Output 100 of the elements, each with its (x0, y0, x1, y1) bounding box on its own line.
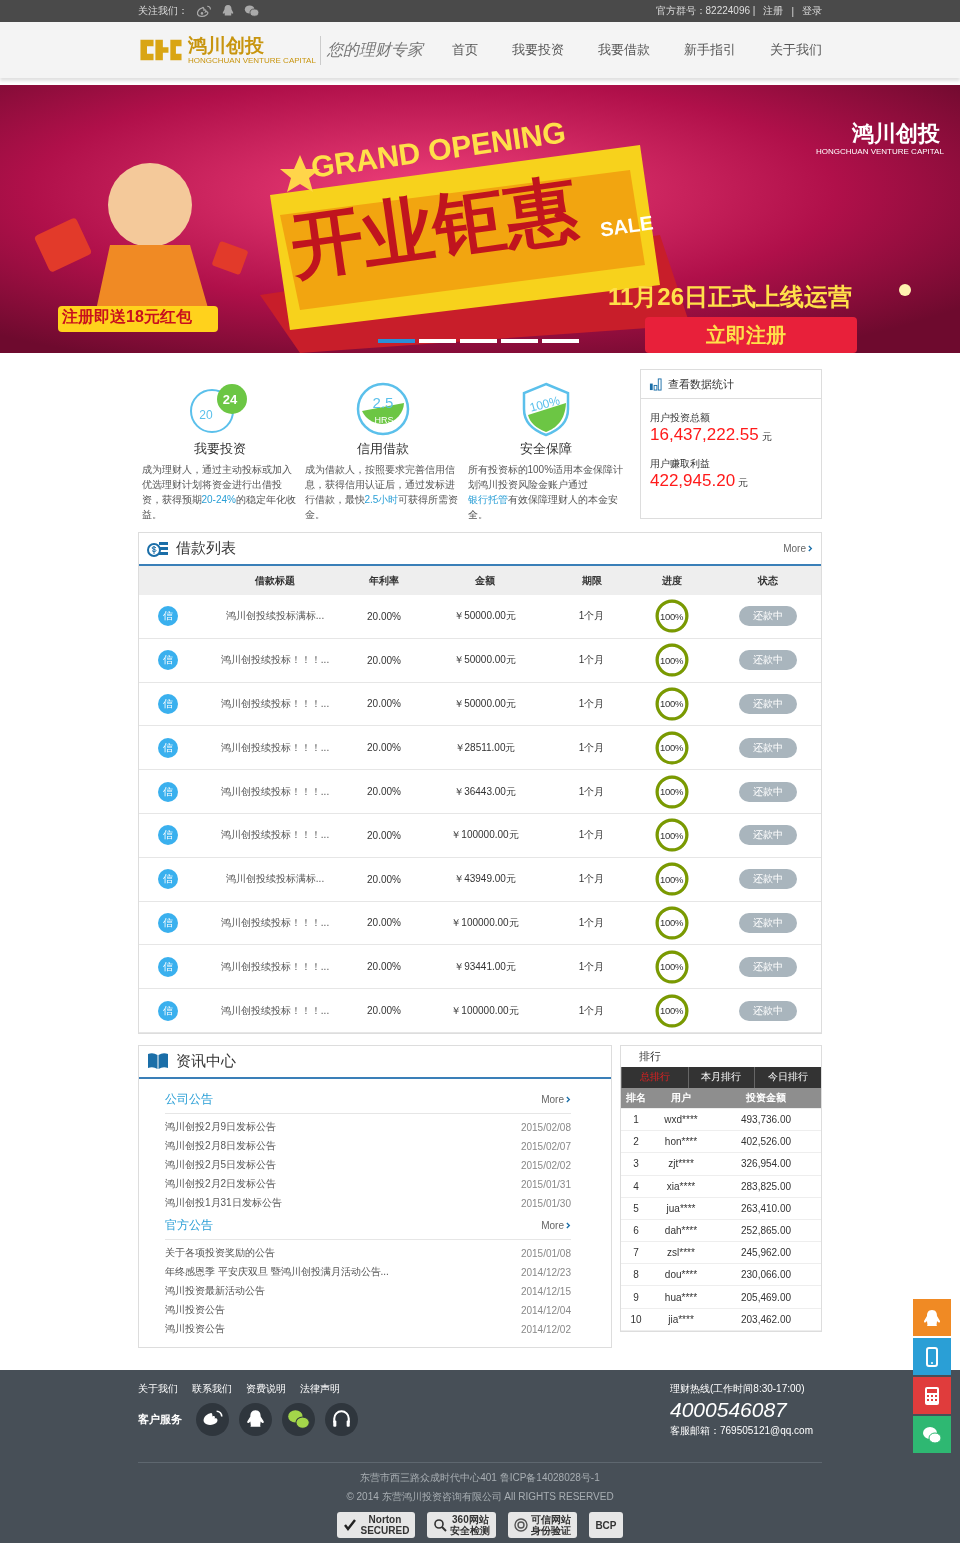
footer-link[interactable]: 关于我们 (138, 1382, 178, 1396)
loan-title[interactable]: 鸿川创投续投标！！！... (220, 653, 330, 668)
feature-description: 成为理财人，通过主动投标或加入优选理财计划将资金进行出借投资，获得预期20-24%的稳定年化收益。 (141, 463, 297, 522)
news-link[interactable]: 关于各项投资奖励的公告 (165, 1246, 275, 1261)
rate-cell: 20.00% (367, 917, 401, 929)
gift-label: 注册即送18元红包 (62, 307, 192, 327)
bar-chart-icon (649, 377, 662, 391)
rate-cell: 20.00% (367, 654, 401, 666)
ranking-tab[interactable]: 今日排行 (754, 1066, 821, 1088)
rank-cell-text: 10 (629, 1313, 643, 1325)
news-link[interactable]: 鸿川创投2月2日发标公告 (165, 1177, 277, 1192)
user-cell-text: dah**** (663, 1225, 699, 1236)
wechat-icon[interactable] (282, 1403, 315, 1436)
user-cell-text: hua**** (663, 1291, 699, 1303)
progress-ring: 100% (654, 818, 689, 853)
chevron-icon (566, 1222, 571, 1230)
section-title: 官方公告 (165, 1217, 213, 1235)
loan-title[interactable]: 鸿川创投续投标！！！... (220, 1003, 330, 1018)
side-button[interactable] (913, 1416, 951, 1453)
user-cell-text: wxd**** (663, 1114, 699, 1126)
weibo-icon[interactable] (196, 1403, 229, 1436)
more-link[interactable]: More (541, 1094, 571, 1106)
qq-icon[interactable] (239, 1403, 272, 1436)
news-link[interactable]: 鸿川创投2月8日发标公告 (165, 1139, 277, 1154)
loan-title[interactable]: 鸿川创投续投标！！！... (220, 740, 330, 755)
more-link[interactable]: More (541, 1220, 571, 1232)
term-cell: 1个月 (578, 915, 605, 930)
rate-cell: 20.00% (367, 1005, 401, 1017)
nav-link[interactable]: 我要借款 (598, 41, 650, 59)
amount-cell-text: 263,410.00 (739, 1202, 793, 1214)
user-cell-text: xia**** (665, 1180, 697, 1192)
progress-ring: 100% (654, 905, 689, 940)
loan-title[interactable]: 鸿川创投续投标！！！... (220, 697, 330, 711)
news-date: 2014/12/04 (520, 1304, 571, 1316)
rank-cell-text: 1 (632, 1114, 640, 1126)
news-link[interactable]: 年终感恩季 平安庆双旦 暨鸿川创投满月活动公告... (165, 1265, 389, 1280)
side-button[interactable] (913, 1377, 951, 1414)
news-link[interactable]: 鸿川投资公告 (165, 1303, 225, 1318)
rate-cell: 20.00% (367, 961, 401, 973)
amount-cell-text: 203,462.00 (739, 1313, 793, 1325)
rank-cell-text: 3 (632, 1158, 640, 1170)
logo-name: 鸿川创投 (188, 35, 265, 56)
loan-title[interactable]: 鸿川创投续投标！！！... (220, 959, 330, 974)
feature-description: 成为借款人，按照要求完善信用信息，获得信用认证后，通过发标进行借款，最快2.5小时可获得所需资金。 (304, 463, 460, 522)
ranking-tab[interactable]: 本月排行 (687, 1066, 755, 1088)
amount-cell-text: 326,954.00 (739, 1158, 793, 1170)
certification-badge[interactable]: Norton SECURED (337, 1512, 416, 1538)
column-header: 年利率 (368, 573, 400, 588)
certification-badge[interactable]: 可信网站 身份验证 (508, 1512, 578, 1538)
side-button[interactable] (913, 1338, 951, 1375)
nav-link[interactable]: 新手指引 (684, 41, 736, 59)
amount-cell-text: 205,469.00 (739, 1291, 793, 1303)
book-icon (147, 1052, 169, 1071)
address-text: 东营市西三路众成时代中心401 鲁ICP备14028028号-1 (359, 1471, 601, 1485)
service-email: 客服邮箱：769505121@qq.com (670, 1424, 814, 1438)
credit-badge: 信 (158, 781, 178, 802)
user-cell-text: zsl**** (666, 1247, 696, 1259)
rank-cell-text: 9 (632, 1291, 640, 1303)
amount-cell: ￥50000.00元 (454, 609, 516, 624)
panel-title: 借款列表 (176, 539, 236, 558)
footer-link[interactable]: 联系我们 (192, 1382, 232, 1396)
nav-link[interactable]: 我要投资 (512, 41, 564, 59)
certification-badge[interactable]: BCP (589, 1512, 623, 1538)
loan-title[interactable]: 鸿川创投续投标！！！... (220, 915, 330, 930)
footer-link[interactable]: 法律声明 (300, 1382, 340, 1396)
term-cell: 1个月 (578, 828, 605, 843)
credit-badge: 信 (158, 869, 178, 890)
nav-link[interactable]: 关于我们 (770, 41, 822, 59)
wechat-icon[interactable] (244, 4, 260, 18)
rank-cell-text: 7 (632, 1247, 640, 1259)
term-cell: 1个月 (578, 609, 605, 624)
amount-cell: ￥50000.00元 (454, 697, 516, 711)
loan-title[interactable]: 鸿川创投续投标满标... (225, 609, 325, 624)
headset-icon[interactable] (325, 1403, 358, 1436)
news-link[interactable]: 鸿川创投2月5日发标公告 (165, 1158, 277, 1173)
feature-title: 安全保障 (519, 440, 572, 458)
certification-badge[interactable]: 360网站 安全检测 (427, 1512, 497, 1538)
copyright-text: © 2014 东营鸿川投资咨询有限公司 All RIGHTS RESERVED (345, 1490, 615, 1504)
loan-title[interactable]: 鸿川创投续投标！！！... (220, 828, 330, 843)
nav-link[interactable]: 首页 (452, 41, 478, 59)
side-button[interactable] (913, 1299, 951, 1336)
term-cell: 1个月 (578, 1003, 605, 1018)
news-link[interactable]: 鸿川投资公告 (165, 1322, 225, 1337)
loan-title[interactable]: 鸿川创投续投标满标... (225, 872, 325, 887)
top-link[interactable]: 注册 (763, 4, 784, 18)
footer-link[interactable]: 资费说明 (246, 1382, 286, 1396)
top-link[interactable]: 登录 (802, 4, 822, 18)
progress-ring: 100% (654, 862, 689, 897)
loan-title[interactable]: 鸿川创投续投标！！！... (220, 784, 330, 799)
progress-ring: 100% (654, 599, 689, 634)
rank-cell-text: 2 (632, 1136, 640, 1148)
amount-cell: ￥100000.00元 (451, 828, 519, 843)
progress-ring: 100% (654, 993, 689, 1028)
news-link[interactable]: 鸿川投资最新活动公告 (165, 1284, 265, 1299)
logo-subtitle: HONGCHUAN VENTURE CAPITAL (188, 55, 316, 65)
news-link[interactable]: 鸿川创投1月31日发标公告 (165, 1196, 282, 1211)
news-link[interactable]: 鸿川创投2月9日发标公告 (165, 1120, 277, 1135)
user-cell-text: hon**** (663, 1136, 699, 1148)
amount-cell: ￥50000.00元 (454, 653, 516, 668)
more-link[interactable]: More (783, 543, 813, 554)
